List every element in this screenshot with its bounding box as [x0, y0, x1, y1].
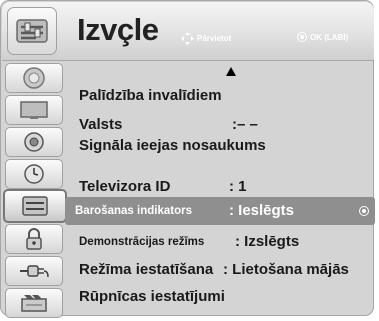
row-value: :– –: [232, 116, 258, 133]
padlock-icon: [26, 228, 42, 250]
plug-cable-icon: [20, 265, 49, 278]
options-menu-panel: Izvçle Pārvietot OK (LABI) Palīdzība inv…: [0, 0, 375, 318]
row-label: Režīma iestatīšana: [79, 261, 214, 278]
page-title: Izvçle: [77, 12, 159, 47]
row-label: Palīdzība invalīdiem: [79, 87, 222, 104]
row-label: Valsts: [79, 116, 123, 133]
sidebar-item-input[interactable]: [5, 256, 63, 286]
sidebar-item-picture[interactable]: [5, 95, 63, 125]
list-item-mode-setting[interactable]: Režīma iestatīšana : Lietošana mājās: [69, 258, 371, 282]
row-value: : Lietošana mājās: [223, 261, 349, 278]
ok-hint-label: OK (LABI): [310, 32, 349, 42]
list-item-input-label[interactable]: Signāla ieejas nosaukums: [69, 134, 371, 158]
row-label: Rūpnīcas iestatījumi: [79, 288, 225, 305]
list-item-tv-id[interactable]: Televizora ID : 1: [69, 175, 371, 199]
ok-button-icon: [359, 206, 369, 216]
tv-screen-icon: [20, 101, 48, 119]
satellite-dish-icon: [23, 67, 45, 89]
sidebar-item-lock[interactable]: [5, 224, 63, 254]
move-hint-label: Pārvietot: [197, 34, 232, 43]
sidebar-item-channels[interactable]: [5, 63, 63, 93]
speaker-icon: [24, 132, 44, 152]
sidebar: [3, 61, 67, 318]
move-hint: Pārvietot: [181, 32, 231, 45]
row-value: : 1: [229, 178, 247, 195]
row-label: Televizora ID: [79, 178, 171, 195]
options-menu-icon: [7, 7, 57, 55]
sidebar-item-media[interactable]: [5, 288, 63, 318]
options-list: Palīdzība invalīdiem Valsts :– – Signāla…: [65, 63, 375, 315]
ok-hint: OK (LABI): [297, 32, 348, 42]
tv-menu-screen: Izvçle Pārvietot OK (LABI) Palīdzība inv…: [0, 0, 379, 321]
list-item-demo-mode[interactable]: Demonstrācijas režīms : Izslēgts: [69, 230, 371, 254]
sidebar-item-time[interactable]: [5, 159, 63, 189]
list-item-factory-reset[interactable]: Rūpnīcas iestatījumi: [69, 285, 371, 309]
navigation-arrows-icon: [181, 32, 194, 45]
sidebar-item-audio[interactable]: [5, 127, 63, 157]
sidebar-item-options[interactable]: [3, 189, 67, 223]
ok-button-icon: [297, 32, 307, 42]
row-label: Signāla ieejas nosaukums: [79, 137, 266, 154]
row-label: Demonstrācijas režīms: [79, 236, 205, 248]
media-film-icon: [21, 295, 47, 312]
clock-icon: [24, 164, 44, 184]
options-icon: [22, 196, 48, 216]
triangle-up-icon[interactable]: [226, 67, 236, 76]
menu-header: Izvçle Pārvietot OK (LABI): [2, 2, 374, 61]
row-value: : Ieslēgts: [229, 202, 295, 219]
row-value: : Izslēgts: [235, 233, 300, 250]
list-item-accessibility[interactable]: Palīdzība invalīdiem: [69, 84, 371, 108]
row-label: Barošanas indikators: [75, 205, 192, 217]
list-item-power-indicator[interactable]: Barošanas indikators : Ieslēgts: [65, 197, 375, 225]
